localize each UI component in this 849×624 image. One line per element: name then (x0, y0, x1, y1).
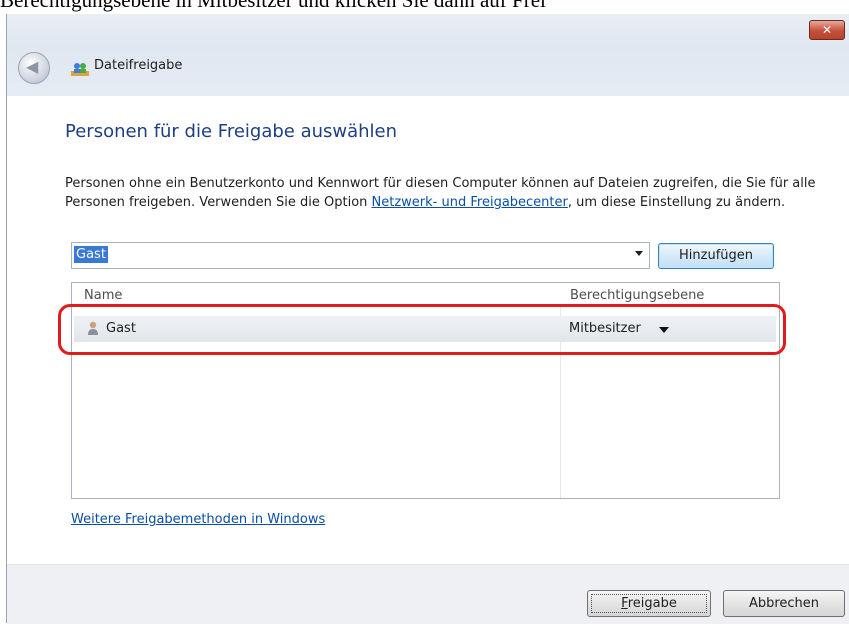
back-button[interactable]: ◀ (18, 52, 50, 84)
close-button[interactable]: ✕ (809, 20, 845, 40)
user-select-combobox[interactable]: Gast (71, 242, 650, 269)
page-heading: Personen für die Freigabe auswählen (65, 121, 398, 142)
user-icon (88, 321, 98, 335)
cancel-button[interactable]: Abbrechen (723, 590, 845, 617)
combobox-selected-value[interactable]: Gast (74, 246, 108, 263)
list-row-gast[interactable]: Gast Mitbesitzer (74, 316, 776, 342)
title-bar: ✕ ◀ Dateifreigabe (7, 14, 849, 96)
sharing-users-icon (71, 63, 89, 76)
window-title: Dateifreigabe (94, 58, 183, 73)
intro-description: Personen ohne ein Benutzerkonto und Kenn… (65, 174, 825, 212)
intro-text-end: , um diese Einstellung zu ändern. (567, 195, 786, 210)
more-sharing-methods-link[interactable]: Weitere Freigabemethoden in Windows (71, 512, 325, 527)
focus-rectangle (591, 594, 707, 613)
permission-level-dropdown[interactable]: Mitbesitzer (569, 321, 641, 336)
dropdown-arrow-icon[interactable] (659, 327, 669, 333)
back-arrow-icon: ◀ (26, 57, 39, 76)
list-header: Name Berechtigungsebene (72, 283, 779, 307)
chevron-down-icon[interactable] (635, 251, 643, 256)
sharing-user-list: Name Berechtigungsebene Gast Mitbesitzer (71, 282, 780, 499)
add-button[interactable]: Hinzufügen (658, 243, 774, 269)
file-sharing-dialog: ✕ ◀ Dateifreigabe Personen für die Freig… (6, 14, 849, 624)
column-header-name[interactable]: Name (84, 288, 122, 303)
network-sharing-center-link[interactable]: Netzwerk- und Freigabecenter (372, 195, 568, 210)
column-header-permission-level[interactable]: Berechtigungsebene (570, 288, 704, 303)
document-caption-text: Berechtigungsebene in Mitbesitzer und kl… (0, 0, 546, 12)
row-user-name: Gast (106, 321, 136, 336)
share-button[interactable]: Freigabe (587, 590, 711, 617)
